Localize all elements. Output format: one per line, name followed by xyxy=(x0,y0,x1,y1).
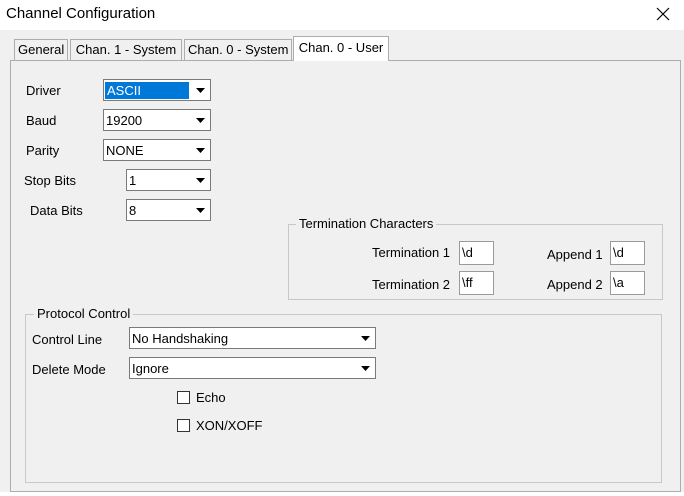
termination-group: Termination Characters Termination 1 \d … xyxy=(288,216,663,300)
tab-general[interactable]: General xyxy=(14,39,68,60)
termination-group-title: Termination Characters xyxy=(296,216,437,231)
chevron-down-icon xyxy=(191,81,209,99)
append1-label: Append 1 xyxy=(547,247,603,262)
parity-label: Parity xyxy=(26,143,60,158)
control-line-label: Control Line xyxy=(32,332,103,347)
append1-input[interactable]: \d xyxy=(610,241,645,265)
termination2-input[interactable]: \ff xyxy=(459,271,494,295)
baud-value: 19200 xyxy=(106,113,143,128)
driver-label: Driver xyxy=(26,83,61,98)
title-bar: Channel Configuration xyxy=(0,0,684,30)
control-line-select[interactable]: No Handshaking xyxy=(129,327,376,349)
append2-input[interactable]: \a xyxy=(610,271,645,295)
parity-value: NONE xyxy=(106,143,144,158)
chevron-down-icon xyxy=(191,171,209,189)
data-bits-label: Data Bits xyxy=(30,203,83,218)
termination1-input[interactable]: \d xyxy=(459,241,494,265)
data-bits-value: 8 xyxy=(129,203,137,218)
baud-label: Baud xyxy=(26,113,57,128)
xon-xoff-checkbox[interactable] xyxy=(177,419,190,432)
close-icon[interactable] xyxy=(650,2,676,26)
data-bits-select[interactable]: 8 xyxy=(126,199,211,221)
tab-chan0-user[interactable]: Chan. 0 - User xyxy=(293,36,389,61)
termination1-label: Termination 1 xyxy=(372,245,451,260)
stop-bits-select[interactable]: 1 xyxy=(126,169,211,191)
chevron-down-icon xyxy=(356,359,374,377)
delete-mode-label: Delete Mode xyxy=(32,362,106,377)
echo-checkbox[interactable] xyxy=(177,391,190,404)
protocol-group-title: Protocol Control xyxy=(34,306,134,321)
protocol-group: Protocol Control Control Line No Handsha… xyxy=(25,306,662,483)
tab-panel: Driver ASCII Baud 19200 Parity NONE Stop… xyxy=(10,60,681,492)
tab-chan0-system[interactable]: Chan. 0 - System xyxy=(184,39,292,60)
stop-bits-value: 1 xyxy=(129,173,137,188)
delete-mode-value: Ignore xyxy=(132,361,169,376)
parity-select[interactable]: NONE xyxy=(103,139,211,161)
xon-xoff-label: XON/XOFF xyxy=(196,418,263,433)
termination2-label: Termination 2 xyxy=(372,277,451,292)
driver-value: ASCII xyxy=(105,82,189,99)
delete-mode-select[interactable]: Ignore xyxy=(129,357,376,379)
chevron-down-icon xyxy=(191,201,209,219)
chevron-down-icon xyxy=(191,111,209,129)
bottom-strip xyxy=(0,492,684,496)
driver-select[interactable]: ASCII xyxy=(103,79,211,101)
control-line-value: No Handshaking xyxy=(132,331,229,346)
tab-chan1-system[interactable]: Chan. 1 - System xyxy=(70,39,182,60)
append2-label: Append 2 xyxy=(547,277,603,292)
stop-bits-label: Stop Bits xyxy=(24,173,77,188)
chevron-down-icon xyxy=(191,141,209,159)
chevron-down-icon xyxy=(356,329,374,347)
baud-select[interactable]: 19200 xyxy=(103,109,211,131)
echo-label: Echo xyxy=(196,390,226,405)
window-title: Channel Configuration xyxy=(6,5,156,22)
